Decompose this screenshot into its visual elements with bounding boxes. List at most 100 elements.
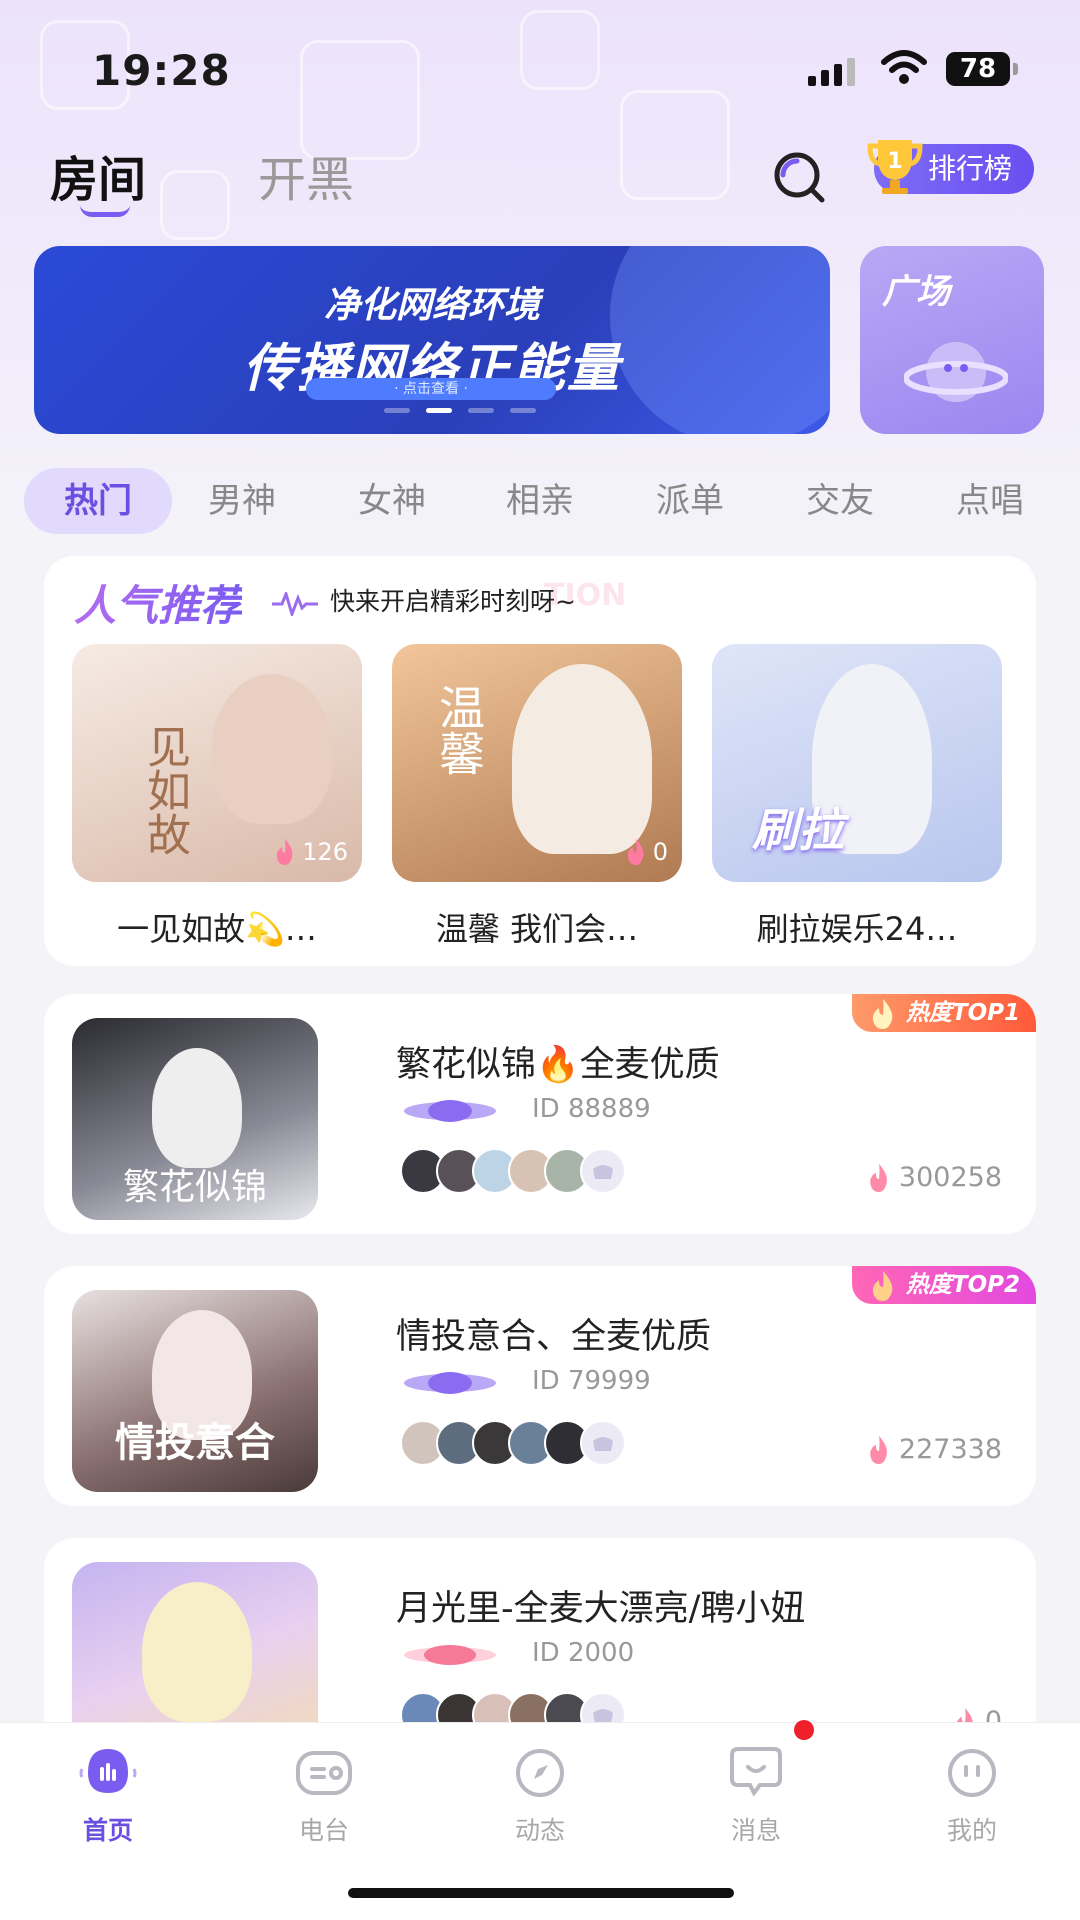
rank-label: 排行榜 — [928, 152, 1013, 185]
empty-seat-icon — [580, 1420, 626, 1466]
radio-icon — [296, 1751, 352, 1795]
popular-card-name: 一见如故💫… — [117, 910, 317, 948]
trophy-number: 1 — [887, 149, 902, 174]
category-song-request[interactable]: 点唱 — [940, 468, 1040, 534]
category-tabs: 热门 男神 女神 相亲 派单 交友 点唱 — [24, 468, 1080, 534]
trophy-icon: 1 — [867, 140, 923, 194]
cover-art-text: 刷拉 — [752, 803, 844, 857]
room-heat: 227338 — [867, 1434, 1002, 1465]
banner-button[interactable]: · 点击查看 · — [306, 378, 556, 400]
heat-value: 126 — [302, 838, 348, 866]
category-blind-date[interactable]: 相亲 — [490, 468, 590, 534]
nav-radio[interactable]: 电台 — [264, 1743, 384, 1847]
square-card[interactable]: 广场 — [860, 246, 1044, 434]
flame-icon — [872, 1271, 893, 1301]
cover-art-text: 见如故 — [139, 724, 190, 856]
nav-home[interactable]: 首页 — [48, 1743, 168, 1847]
signal-icon — [808, 56, 855, 86]
heat-value: 0 — [652, 838, 668, 866]
nav-messages-label: 消息 — [730, 1816, 781, 1845]
search-icon[interactable] — [770, 148, 830, 208]
category-dispatch[interactable]: 派单 — [640, 468, 740, 534]
tab-kaihei[interactable]: 开黑 — [258, 140, 354, 210]
category-goddess[interactable]: 女神 — [342, 468, 442, 534]
room-heat-value: 227338 — [898, 1434, 1002, 1465]
heat-rank-label: 热度TOP1 — [905, 1000, 1020, 1026]
banner-line1: 净化网络环境 — [323, 285, 540, 326]
cover-art-text: 温馨 — [432, 684, 486, 776]
nav-radio-label: 电台 — [298, 1816, 349, 1845]
popular-card-name: 温馨 我们会… — [435, 910, 639, 948]
popular-card-image: 刷拉 — [712, 644, 1002, 882]
planet-icon — [904, 342, 1008, 402]
portrait-figure — [142, 1582, 252, 1722]
heat-rank-tag: 热度TOP2 — [851, 1266, 1036, 1304]
flame-icon — [870, 1163, 887, 1192]
room-cover: 繁花似锦 — [72, 1018, 318, 1220]
popular-card-image: 见如故 126 — [72, 644, 362, 882]
popular-card-image: 温馨 0 — [392, 644, 682, 882]
wifi-icon — [881, 50, 927, 84]
room-title: 情投意合、全麦优质 — [396, 1317, 712, 1357]
popular-section: TION 人气推荐 快来开启精彩时刻呀~ 见如故 126 一见如故💫… 温馨 0… — [44, 556, 1036, 966]
room-level-badge — [404, 1100, 496, 1122]
message-icon — [730, 1747, 782, 1797]
status-bar: 19:28 78 — [0, 0, 1080, 130]
portrait-figure — [212, 674, 332, 824]
nav-profile[interactable]: 我的 — [912, 1743, 1032, 1847]
wave-icon — [272, 592, 318, 616]
flame-icon — [627, 839, 644, 865]
room-heat-value: 300258 — [898, 1162, 1002, 1193]
flame-icon — [277, 839, 293, 865]
popular-subtitle: 快来开启精彩时刻呀~ — [330, 587, 576, 616]
status-time: 19:28 — [92, 46, 231, 95]
cover-art-text: 繁花似锦 — [122, 1167, 267, 1208]
popular-card[interactable]: 刷拉 刷拉娱乐24… — [712, 644, 1002, 950]
room-id: ID 79999 — [532, 1366, 651, 1396]
category-male-god[interactable]: 男神 — [192, 468, 292, 534]
nav-profile-label: 我的 — [946, 1816, 997, 1845]
heat-rank-label: 热度TOP2 — [905, 1272, 1020, 1298]
portrait-figure — [152, 1048, 242, 1168]
mic-avatars — [400, 1420, 626, 1466]
profile-icon — [948, 1749, 996, 1797]
room-level-badge — [404, 1372, 496, 1394]
home-indicator — [348, 1888, 734, 1898]
room-cover: 情投意合 — [72, 1290, 318, 1492]
room-level-badge — [404, 1645, 496, 1665]
flame-icon — [870, 1435, 887, 1464]
popular-card-name: 刷拉娱乐24… — [756, 910, 958, 948]
empty-seat-icon — [580, 1148, 626, 1194]
compass-icon — [516, 1749, 564, 1797]
battery-indicator: 78 — [946, 52, 1018, 86]
popular-card-heat: 126 — [274, 838, 348, 866]
nav-messages[interactable]: 消息 — [696, 1743, 816, 1847]
room-card[interactable]: 情投意合 热度TOP2 情投意合、全麦优质 ID 79999 227338 — [44, 1266, 1036, 1506]
portrait-figure — [512, 664, 652, 854]
room-title: 繁花似锦🔥全麦优质 — [396, 1045, 720, 1085]
tab-room[interactable]: 房间 — [50, 140, 146, 210]
popular-title: 人气推荐 — [74, 572, 242, 633]
unread-dot — [794, 1720, 814, 1740]
category-hot[interactable]: 热门 — [24, 468, 172, 534]
popular-card-heat: 0 — [625, 838, 668, 866]
room-card[interactable]: 繁花似锦 热度TOP1 繁花似锦🔥全麦优质 ID 88889 300258 — [44, 994, 1036, 1234]
home-icon — [79, 1749, 137, 1793]
banner-pagination — [384, 408, 536, 413]
promo-banner[interactable]: 净化网络环境 传播网络正能量 · 点击查看 · — [34, 246, 830, 434]
flame-icon — [872, 999, 893, 1029]
room-id: ID 88889 — [532, 1094, 651, 1124]
nav-home-label: 首页 — [82, 1816, 133, 1845]
heat-rank-tag: 热度TOP1 — [851, 994, 1036, 1032]
mic-avatars — [400, 1148, 626, 1194]
active-tab-indicator — [80, 205, 130, 217]
square-title: 广场 — [882, 272, 950, 312]
category-friends[interactable]: 交友 — [790, 468, 890, 534]
cover-art-text: 情投意合 — [115, 1420, 275, 1466]
popular-card[interactable]: 见如故 126 一见如故💫… — [72, 644, 362, 950]
nav-feed[interactable]: 动态 — [480, 1743, 600, 1847]
nav-feed-label: 动态 — [514, 1816, 565, 1845]
room-id: ID 2000 — [532, 1638, 635, 1668]
popular-card[interactable]: 温馨 0 温馨 我们会… — [392, 644, 682, 950]
room-title: 月光里-全麦大漂亮/聘小妞 — [396, 1589, 806, 1629]
